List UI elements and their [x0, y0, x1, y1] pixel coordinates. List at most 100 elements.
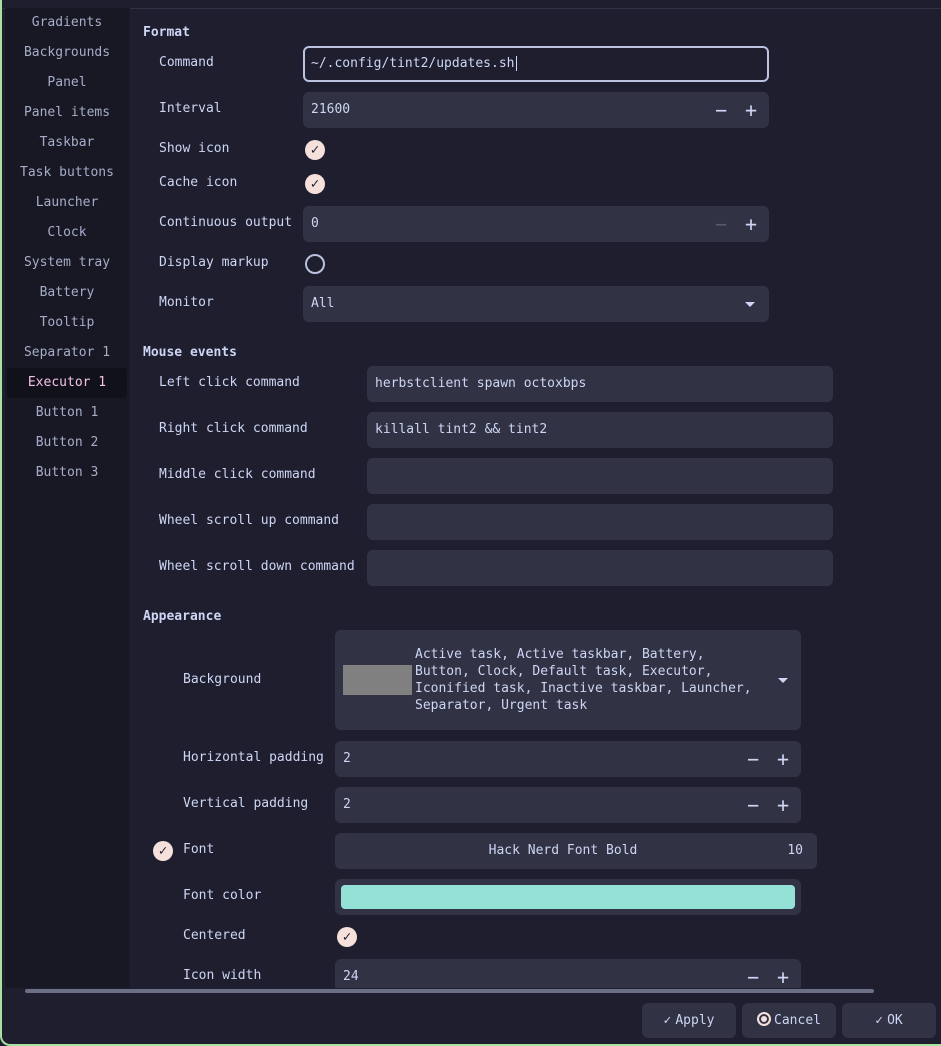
cache-icon-checkbox[interactable]: ✓ [305, 174, 325, 194]
icon-width-label: Icon width [183, 968, 262, 983]
font-label: Font [183, 842, 215, 857]
chevron-down-icon [745, 302, 755, 307]
left-click-input[interactable]: herbstclient spawn octoxbps [367, 366, 833, 402]
background-usage-text: Active task, Active taskbar, Battery, Bu… [415, 646, 752, 714]
continuous-output-label: Continuous output [159, 215, 293, 230]
show-icon-checkbox[interactable]: ✓ [305, 140, 325, 160]
checkmark-icon: ✓ [342, 929, 352, 945]
command-input[interactable]: ~/.config/tint2/updates.sh [303, 46, 769, 82]
cancel-button-label: Cancel [774, 1013, 821, 1028]
background-label: Background [183, 672, 262, 687]
sidebar-item-panel[interactable]: Panel [7, 68, 127, 98]
horizontal-padding-spinner[interactable]: 2 − + [335, 741, 801, 777]
minus-icon[interactable]: − [706, 206, 736, 242]
background-usage-line: Separator, Urgent task [415, 698, 588, 713]
sidebar-item-button-2[interactable]: Button 2 [7, 428, 127, 458]
sidebar: Gradients Backgrounds Panel Panel items … [5, 8, 130, 988]
sidebar-item-executor-1[interactable]: Executor 1 [7, 368, 127, 398]
checkmark-icon: ✓ [310, 176, 320, 192]
vertical-padding-label: Vertical padding [183, 796, 309, 811]
minus-icon[interactable]: − [738, 787, 768, 823]
display-markup-label: Display markup [159, 255, 269, 270]
vertical-padding-value: 2 [343, 797, 351, 812]
sidebar-item-clock[interactable]: Clock [7, 218, 127, 248]
wheel-up-input[interactable] [367, 504, 833, 540]
apply-button[interactable]: ✓ Apply [642, 1003, 736, 1038]
horizontal-padding-value: 2 [343, 751, 351, 766]
font-color-button[interactable] [335, 879, 801, 915]
background-usage-line: Button, Clock, Default task, Executor, [415, 664, 713, 679]
font-picker-button[interactable]: Hack Nerd Font Bold 10 [335, 833, 817, 869]
text-caret [515, 56, 517, 71]
background-usage-line: Active task, Active taskbar, Battery, [415, 647, 705, 662]
sidebar-item-backgrounds[interactable]: Backgrounds [7, 38, 127, 68]
plus-icon[interactable]: + [736, 92, 766, 128]
continuous-output-value: 0 [311, 216, 319, 231]
icon-width-spinner[interactable]: 24 − + [335, 959, 801, 988]
minus-icon[interactable]: − [738, 741, 768, 777]
font-color-swatch [341, 885, 795, 909]
cancel-button[interactable]: Cancel [742, 1003, 836, 1038]
sidebar-item-system-tray[interactable]: System tray [7, 248, 127, 278]
sidebar-item-task-buttons[interactable]: Task buttons [7, 158, 127, 188]
cache-icon-label: Cache icon [159, 175, 238, 190]
monitor-label: Monitor [159, 295, 214, 310]
checkmark-icon: ✓ [663, 1013, 672, 1028]
vertical-padding-spinner[interactable]: 2 − + [335, 787, 801, 823]
font-size: 10 [787, 843, 803, 858]
horizontal-scrollbar[interactable] [25, 989, 874, 993]
interval-value: 21600 [311, 102, 351, 117]
right-click-input[interactable]: killall tint2 && tint2 [367, 412, 833, 448]
horizontal-padding-label: Horizontal padding [183, 750, 324, 765]
continuous-output-spinner[interactable]: 0 − + [303, 206, 769, 242]
wheel-down-label: Wheel scroll down command [159, 559, 355, 574]
apply-button-label: Apply [675, 1013, 715, 1028]
format-section-title: Format [143, 25, 190, 40]
sidebar-item-panel-items[interactable]: Panel items [7, 98, 127, 128]
cancel-icon [757, 1012, 772, 1026]
centered-label: Centered [183, 928, 246, 943]
mouse-events-section-title: Mouse events [143, 345, 237, 360]
plus-icon[interactable]: + [768, 959, 798, 988]
centered-checkbox[interactable]: ✓ [337, 927, 357, 947]
plus-icon[interactable]: + [768, 787, 798, 823]
plus-icon[interactable]: + [768, 741, 798, 777]
minus-icon[interactable]: − [706, 92, 736, 128]
checkmark-icon: ✓ [875, 1013, 884, 1028]
settings-content: Format Command ~/.config/tint2/updates.s… [130, 8, 941, 988]
middle-click-input[interactable] [367, 458, 833, 494]
minus-icon[interactable]: − [738, 959, 768, 988]
interval-spinner[interactable]: 21600 − + [303, 92, 769, 128]
command-input-value: ~/.config/tint2/updates.sh [311, 56, 515, 71]
sidebar-item-launcher[interactable]: Launcher [7, 188, 127, 218]
sidebar-item-separator-1[interactable]: Separator 1 [7, 338, 127, 368]
monitor-select[interactable]: All [303, 286, 769, 322]
background-select[interactable]: Active task, Active taskbar, Battery, Bu… [335, 630, 801, 730]
settings-window: Gradients Backgrounds Panel Panel items … [0, 0, 941, 1046]
sidebar-item-taskbar[interactable]: Taskbar [7, 128, 127, 158]
font-name: Hack Nerd Font Bold [488, 843, 638, 858]
chevron-down-icon [778, 678, 788, 683]
sidebar-item-button-3[interactable]: Button 3 [7, 458, 127, 488]
font-color-label: Font color [183, 888, 262, 903]
background-usage-line: Iconified task, Inactive taskbar, Launch… [415, 681, 752, 696]
display-markup-checkbox[interactable] [305, 254, 325, 274]
monitor-value: All [311, 296, 335, 311]
middle-click-label: Middle click command [159, 467, 316, 482]
interval-label: Interval [159, 101, 222, 116]
show-icon-label: Show icon [159, 141, 230, 156]
background-color-swatch [343, 665, 412, 695]
ok-button[interactable]: ✓ OK [842, 1003, 936, 1038]
wheel-down-input[interactable] [367, 550, 833, 586]
left-click-label: Left click command [159, 375, 300, 390]
sidebar-item-battery[interactable]: Battery [7, 278, 127, 308]
right-click-label: Right click command [159, 421, 308, 436]
wheel-up-label: Wheel scroll up command [159, 513, 340, 528]
sidebar-item-tooltip[interactable]: Tooltip [7, 308, 127, 338]
sidebar-item-gradients[interactable]: Gradients [7, 8, 127, 38]
sidebar-item-button-1[interactable]: Button 1 [7, 398, 127, 428]
font-enable-checkbox[interactable]: ✓ [153, 841, 173, 861]
checkmark-icon: ✓ [310, 142, 320, 158]
appearance-section-title: Appearance [143, 609, 222, 624]
plus-icon[interactable]: + [736, 206, 766, 242]
